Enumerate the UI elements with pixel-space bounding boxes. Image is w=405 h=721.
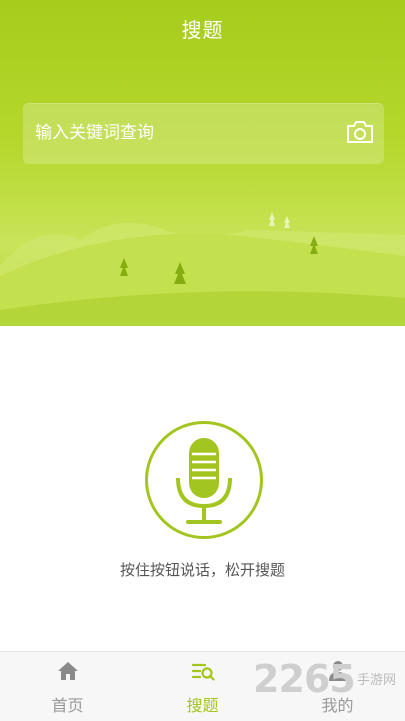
camera-icon[interactable] [346, 120, 374, 144]
voice-hint: 按住按钮说话，松开搜题 [119, 561, 285, 579]
watermark-text: 手游网 [357, 673, 397, 688]
page-title: 搜题 [181, 18, 224, 42]
microphone-icon [176, 438, 232, 524]
tab-search[interactable]: 搜题 [135, 652, 270, 721]
watermark-logo: 2265 手游网 [253, 657, 403, 707]
voice-search-button[interactable] [145, 421, 263, 539]
search-input[interactable]: 输入关键词查询 [23, 103, 384, 164]
landscape-illustration [0, 212, 405, 326]
home-icon [57, 662, 78, 680]
search-list-icon [191, 663, 215, 681]
tab-home-label: 首页 [51, 696, 84, 715]
search-placeholder: 输入关键词查询 [35, 123, 154, 143]
hero-banner: 搜题 输入关键词查询 [0, 0, 405, 326]
tab-search-label: 搜题 [186, 696, 219, 715]
tab-home[interactable]: 首页 [0, 652, 135, 721]
watermark-number: 2265 [253, 657, 356, 701]
